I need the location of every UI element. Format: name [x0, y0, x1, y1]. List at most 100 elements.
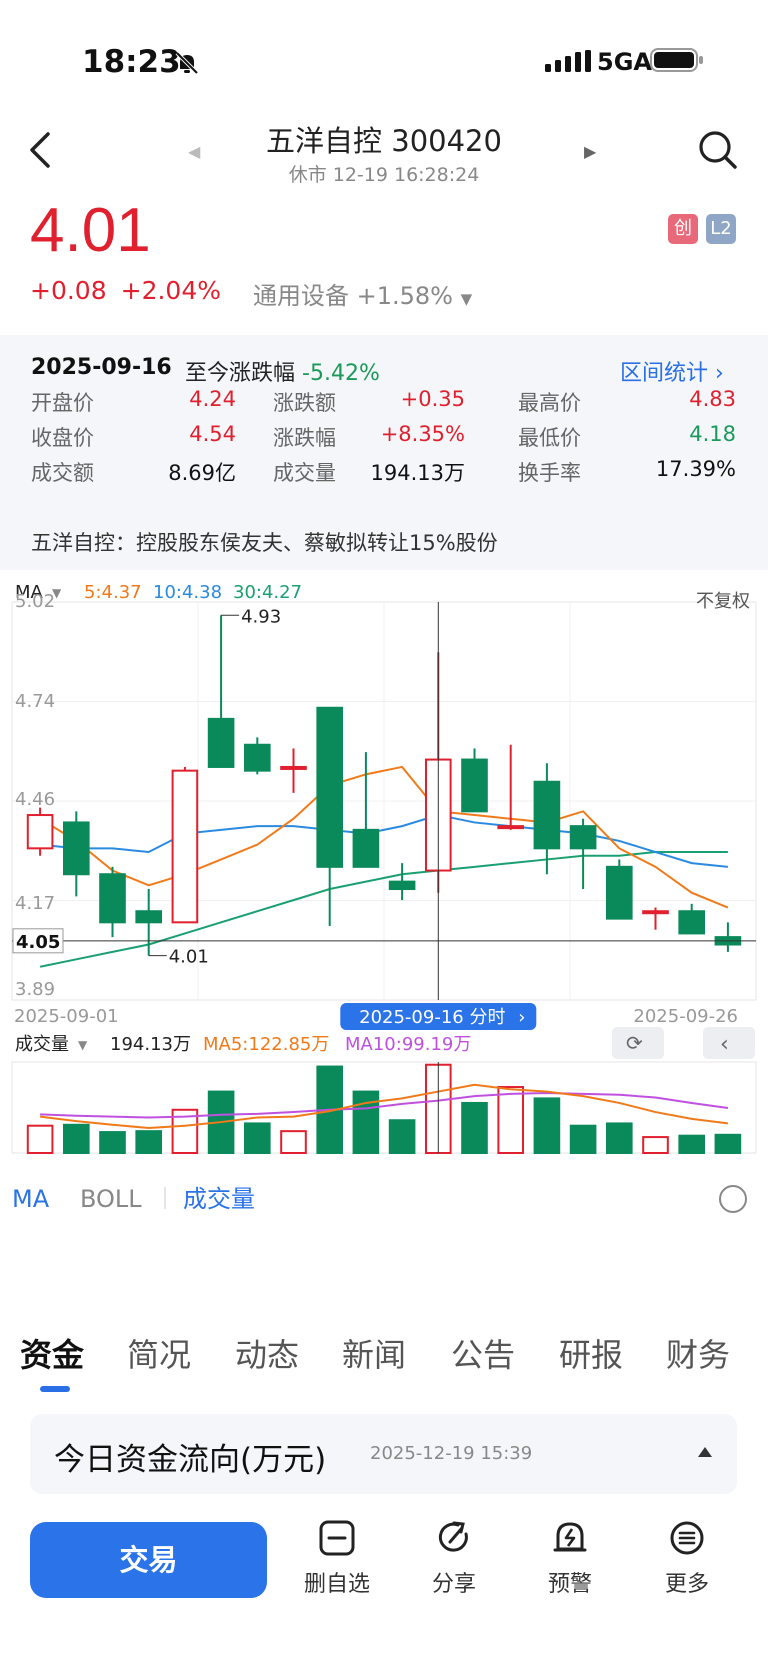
stat-label: 收盘价 [31, 426, 94, 450]
candle-body[interactable] [461, 758, 488, 813]
cursor-date-label[interactable]: 2025-09-16 分时 [359, 1007, 505, 1028]
board-badges: 创 L2 [668, 214, 736, 244]
tab-3[interactable]: 新闻 [342, 1330, 406, 1376]
y-tick: 3.89 [15, 979, 55, 1000]
candle-body[interactable] [678, 910, 706, 935]
volume-bar[interactable] [461, 1101, 488, 1155]
volume-bar[interactable] [678, 1134, 706, 1155]
trade-button[interactable]: 交易 [30, 1522, 267, 1598]
candle-body[interactable] [533, 780, 561, 850]
candle-body[interactable] [280, 765, 307, 770]
detail-tabs: 资金 简况 动态 新闻 公告 研报 财务 [0, 1300, 768, 1392]
kline-chart[interactable]: MA ▼ 5:4.37 10:4.38 30:4.27 5.02 4.74 4.46 4.17 3… [0, 570, 768, 1235]
stat-value: 4.18 [689, 422, 736, 446]
candle-body[interactable] [26, 814, 54, 850]
volume-dropdown-icon[interactable]: ▼ [78, 1038, 88, 1052]
change-amount: +0.08 [30, 276, 107, 305]
volume-value: 194.13万 [110, 1034, 191, 1055]
candle-body[interactable] [388, 880, 416, 891]
remove-watchlist-label: 删自选 [303, 1572, 370, 1597]
more-button[interactable]: 更多 [642, 1520, 732, 1598]
tab-5[interactable]: 研报 [559, 1330, 623, 1376]
volume-bar[interactable] [99, 1131, 126, 1155]
interval-stats-link[interactable]: 区间统计 › [620, 355, 724, 387]
candle-body[interactable] [642, 910, 669, 915]
candle-body[interactable] [243, 743, 271, 772]
indicator-volume-tab[interactable]: 成交量 [183, 1185, 255, 1213]
volume-bar[interactable] [26, 1124, 54, 1155]
stat-label: 成交额 [31, 461, 94, 485]
rotate-icon[interactable]: ⟳ [626, 1031, 643, 1055]
candle-body[interactable] [207, 717, 235, 768]
battery-icon [650, 48, 703, 72]
volume-bar[interactable] [569, 1124, 597, 1155]
next-stock-icon[interactable]: ▶ [584, 142, 596, 161]
interval-info-panel: 2025-09-16 至今涨跌幅 -5.42% 区间统计 › 开盘价 4.24 涨跌… [0, 335, 768, 570]
tab-4[interactable]: 公告 [451, 1330, 515, 1376]
volume-bar[interactable] [352, 1090, 380, 1155]
stat-label: 开盘价 [31, 391, 94, 415]
stat-label: 最低价 [518, 426, 581, 450]
indicator-boll-tab[interactable]: BOLL [80, 1185, 142, 1213]
volume-bar[interactable] [62, 1123, 90, 1154]
volume-bar[interactable] [605, 1122, 633, 1154]
network-type: 5GA [597, 48, 652, 76]
search-icon[interactable] [698, 130, 738, 170]
volume-bar[interactable] [533, 1097, 561, 1155]
volume-bar[interactable] [243, 1122, 271, 1154]
stat-value: 4.54 [189, 422, 236, 446]
kline-svg[interactable]: MA ▼ 5:4.37 10:4.38 30:4.27 5.02 4.74 4.46 4.17 3… [0, 570, 768, 1235]
stats-row: 成交额 8.69亿 成交量 194.13万 换手率 17.39% [31, 457, 736, 491]
candle-body[interactable] [497, 825, 525, 830]
adjust-mode[interactable]: 不复权 [696, 591, 750, 612]
tab-1[interactable]: 简况 [127, 1330, 191, 1376]
sector-change[interactable]: 通用设备 +1.58% ▼ [253, 276, 472, 311]
candle-body[interactable] [62, 821, 90, 876]
news-headline[interactable]: 五洋自控：控股股东侯友夫、蔡敏拟转让15%股份 [31, 527, 498, 557]
tab-6[interactable]: 财务 [666, 1330, 730, 1376]
candle-body[interactable] [569, 825, 597, 850]
bottom-action-bar: 交易 删自选 分享 预警 更多 [0, 1510, 768, 1620]
alert-button[interactable]: 预警 [525, 1520, 615, 1598]
volume-bar[interactable] [714, 1133, 742, 1154]
stat-label: 换手率 [518, 461, 581, 485]
y-tick: 4.74 [15, 691, 55, 712]
volume-bar[interactable] [642, 1136, 669, 1155]
low-price-label: 4.01 [169, 947, 209, 968]
ma30-value: 30:4.27 [233, 582, 302, 603]
level2-badge[interactable]: L2 [706, 214, 736, 244]
chevron-left-icon[interactable]: ‹ [720, 1032, 729, 1057]
volume-selector[interactable]: 成交量 [15, 1034, 69, 1055]
stat-label: 最高价 [518, 391, 581, 415]
candle-body[interactable] [316, 706, 344, 868]
indicator-ma-tab[interactable]: MA [12, 1185, 50, 1213]
minus-square-icon [319, 1520, 355, 1556]
fund-flow-card[interactable]: 今日资金流向(万元) 2025-12-19 15:39 [30, 1414, 737, 1494]
active-tab-indicator [40, 1386, 70, 1392]
candle-body[interactable] [99, 873, 126, 924]
stat-value: 8.69亿 [168, 461, 236, 485]
candle-body[interactable] [352, 828, 380, 868]
crosshair-price: 4.05 [16, 932, 60, 953]
volume-bar[interactable] [388, 1119, 416, 1154]
y-tick: 5.02 [15, 591, 55, 612]
tab-2[interactable]: 动态 [235, 1330, 299, 1376]
collapse-button[interactable] [703, 1027, 755, 1059]
tab-0[interactable]: 资金 [20, 1330, 84, 1376]
volume-bar[interactable] [280, 1130, 307, 1154]
mute-bell-icon [175, 51, 199, 75]
candle-body[interactable] [135, 910, 163, 924]
remove-watchlist-button[interactable]: 删自选 [292, 1520, 382, 1598]
stats-row: 收盘价 4.54 涨跌幅 +8.35% 最低价 4.18 [31, 422, 736, 456]
volume-bar[interactable] [135, 1130, 163, 1154]
collapse-arrow-icon[interactable] [698, 1447, 712, 1457]
since-change: 至今涨跌幅 -5.42% [185, 355, 380, 387]
share-button[interactable]: 分享 [409, 1520, 499, 1598]
price-change: +0.08 +2.04% [30, 276, 235, 305]
indicator-settings-icon[interactable] [719, 1185, 747, 1213]
page-title: 五洋自控 300420 [266, 124, 502, 158]
high-price-label: 4.93 [241, 606, 281, 627]
volume-bar[interactable] [497, 1086, 525, 1155]
candle-body[interactable] [171, 769, 199, 924]
candle-body[interactable] [605, 865, 633, 920]
